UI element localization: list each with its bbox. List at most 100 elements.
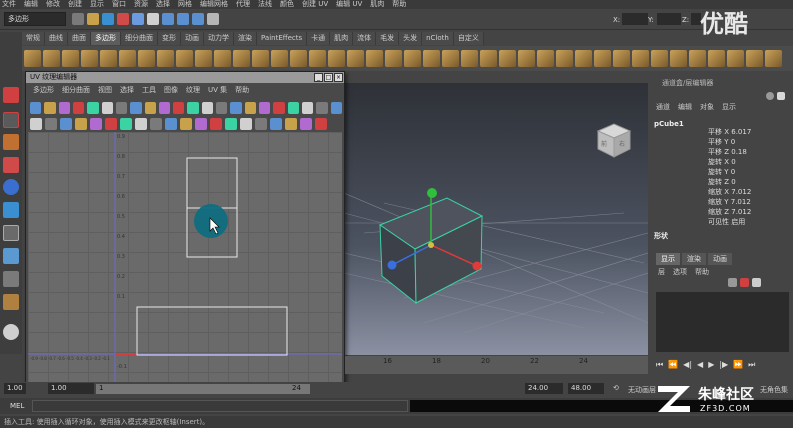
uv-tool-icon[interactable] [60, 118, 72, 130]
attribute-value[interactable]: 0.18 [731, 148, 747, 156]
menu-item-10[interactable]: 代理 [236, 0, 250, 9]
uv-tool-icon[interactable] [75, 118, 87, 130]
tool-settings-icon[interactable] [777, 92, 785, 100]
shelf-tab-9[interactable]: PaintEffects [257, 32, 308, 45]
shelf-tool-icon[interactable] [670, 50, 687, 67]
uv-tool-icon[interactable] [72, 102, 85, 114]
shelf-tool-icon[interactable] [632, 50, 649, 67]
attribute-value[interactable]: 0 [731, 178, 735, 186]
attribute-value[interactable]: 0 [731, 138, 735, 146]
uv-tool-icon[interactable] [216, 102, 228, 114]
uv-tool-icon[interactable] [44, 102, 56, 114]
end-time-field[interactable]: 48.00 [568, 383, 604, 394]
layout-single-icon[interactable] [3, 248, 19, 264]
uv-shell-lower[interactable] [136, 306, 288, 356]
mel-input[interactable] [32, 400, 408, 412]
uv-tool-icon[interactable] [244, 102, 256, 114]
shelf-tool-icon[interactable] [43, 50, 60, 67]
uv-tool-icon[interactable] [255, 118, 267, 130]
shelf-tool-icon[interactable] [195, 50, 212, 67]
graph-editor-icon[interactable] [3, 324, 19, 340]
shelf-tab-14[interactable]: 头发 [399, 32, 423, 45]
uv-tool-icon[interactable] [30, 118, 42, 130]
attribute-row[interactable]: 旋转 Y 0 [708, 168, 790, 177]
menu-item-14[interactable]: 编辑 UV [336, 0, 362, 9]
shelf-tool-icon[interactable] [233, 50, 250, 67]
uv-menu-3[interactable]: 选择 [120, 85, 134, 96]
uv-tool-icon[interactable] [316, 102, 328, 114]
uv-editor-titlebar[interactable]: UV 纹理编辑器 [26, 72, 344, 83]
shelf-tool-icon[interactable] [689, 50, 706, 67]
attribute-row[interactable]: 缩放 Z 7.012 [708, 208, 790, 217]
uv-menu-5[interactable]: 图像 [164, 85, 178, 96]
attribute-value[interactable]: 7.012 [731, 188, 751, 196]
shelf-tool-icon[interactable] [765, 50, 782, 67]
shelf-tool-icon[interactable] [423, 50, 440, 67]
menu-item-4[interactable]: 显示 [90, 0, 104, 9]
menu-item-2[interactable]: 修改 [46, 0, 60, 9]
menu-item-0[interactable]: 文件 [2, 0, 16, 9]
shelf-tool-icon[interactable] [442, 50, 459, 67]
attribute-value[interactable]: 7.012 [731, 198, 751, 206]
playback-button-2[interactable]: ◀| [683, 360, 692, 370]
range-start-field[interactable]: 1.00 [48, 383, 94, 394]
menu-item-13[interactable]: 创建 UV [302, 0, 328, 9]
outliner-icon[interactable] [3, 294, 19, 310]
shelf-tool-icon[interactable] [347, 50, 364, 67]
menu-item-9[interactable]: 编辑网格 [200, 0, 228, 9]
mode-selector[interactable]: 多边形 [4, 12, 66, 26]
attribute-row[interactable]: 平移 Z 0.18 [708, 148, 790, 157]
uv-tool-icon[interactable] [130, 102, 142, 114]
uv-tool-icon[interactable] [158, 102, 171, 114]
time-slider[interactable]: 16 18 20 22 24 [345, 356, 648, 374]
menu-item-15[interactable]: 肌肉 [370, 0, 384, 9]
perspective-viewport[interactable]: 前 右 [344, 83, 648, 355]
uv-tool-icon[interactable] [120, 118, 132, 130]
playback-button-3[interactable]: ◀ [697, 360, 703, 370]
uv-tool-icon[interactable] [105, 118, 117, 130]
manip-z-handle[interactable] [387, 260, 397, 270]
uv-tool-icon[interactable] [187, 102, 199, 114]
attribute-value[interactable]: 6.017 [731, 128, 751, 136]
shelf-tool-icon[interactable] [138, 50, 155, 67]
uv-tool-icon[interactable] [144, 102, 156, 114]
uv-tool-icon[interactable] [270, 118, 282, 130]
character-set-label[interactable]: 无角色集 [760, 385, 788, 395]
shelf-tab-11[interactable]: 肌肉 [330, 32, 354, 45]
shelf-tool-icon[interactable] [24, 50, 41, 67]
attribute-row[interactable]: 旋转 X 0 [708, 158, 790, 167]
playback-button-0[interactable]: ⏮ [656, 360, 663, 370]
save-scene-icon[interactable] [102, 13, 114, 25]
shelf-tab-4[interactable]: 细分曲面 [121, 32, 158, 45]
shelf-tool-icon[interactable] [157, 50, 174, 67]
channel-menu-2[interactable]: 对象 [700, 102, 714, 112]
minimize-button[interactable]: _ [314, 73, 323, 82]
layer-tab-2[interactable]: 动画 [708, 253, 732, 265]
uv-tool-icon[interactable] [135, 118, 147, 130]
attribute-value[interactable]: 0 [731, 158, 735, 166]
select-tool-icon[interactable] [3, 87, 19, 103]
shelf-tab-6[interactable]: 动画 [181, 32, 204, 45]
anim-layer-label[interactable]: 无动画层 [628, 385, 656, 395]
layer-menu-1[interactable]: 选项 [673, 267, 687, 277]
close-button[interactable]: × [334, 73, 343, 82]
uv-tool-icon[interactable] [87, 102, 99, 114]
shelf-tool-icon[interactable] [271, 50, 288, 67]
shelf-tool-icon[interactable] [575, 50, 592, 67]
shelf-tool-icon[interactable] [252, 50, 269, 67]
uv-menu-8[interactable]: 帮助 [235, 85, 249, 96]
shelf-tool-icon[interactable] [81, 50, 98, 67]
manip-y-handle[interactable] [427, 188, 437, 198]
playback-button-4[interactable]: ▶ [708, 360, 714, 370]
shelf-tab-15[interactable]: nCloth [422, 32, 454, 45]
start-time-field[interactable]: 1.00 [4, 383, 26, 394]
uv-tool-icon[interactable] [301, 102, 314, 114]
uv-tool-icon[interactable] [259, 102, 271, 114]
menu-item-16[interactable]: 帮助 [392, 0, 406, 9]
shelf-tab-13[interactable]: 毛发 [376, 32, 400, 45]
manipulator-icon[interactable] [3, 225, 19, 241]
layer-menu-2[interactable]: 帮助 [695, 267, 709, 277]
lasso-tool-icon[interactable] [3, 112, 19, 128]
snap-grid-icon[interactable] [162, 13, 174, 25]
manip-x-handle[interactable] [472, 261, 482, 271]
